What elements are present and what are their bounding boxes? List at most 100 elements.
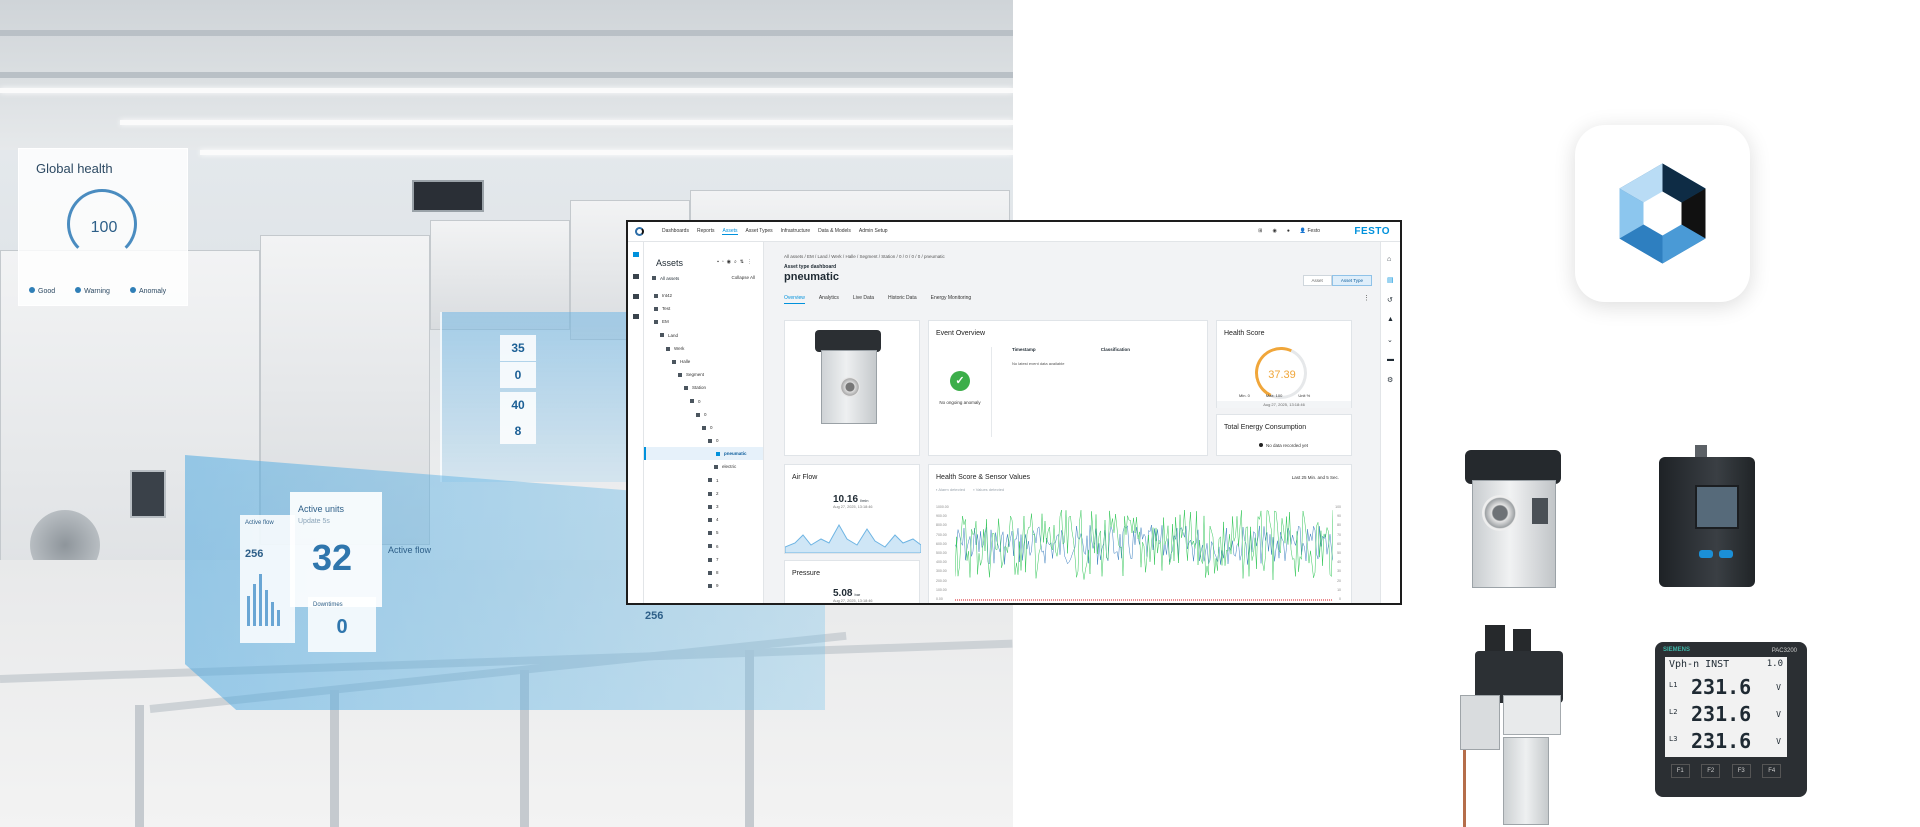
tree-all-assets[interactable]: All assets	[652, 276, 679, 281]
tree-item-label: 6	[716, 543, 719, 549]
nav-data-models[interactable]: Data & Models	[818, 228, 851, 235]
tab-historic-data[interactable]: Historic Data	[888, 295, 917, 304]
event-status: No ongoing anomaly	[939, 400, 981, 405]
tree-item-label: Werk	[674, 345, 685, 351]
legend-alarm[interactable]: ▪ Alarm detected	[936, 487, 965, 492]
gear-icon[interactable]: ⚙	[1387, 376, 1393, 384]
y-tick-label: 100	[1335, 505, 1341, 509]
meter-row-label: L2	[1669, 708, 1678, 716]
sensor-chart-range[interactable]: Last 25 Min. and 5 Sec.	[1292, 475, 1339, 480]
nav-infrastructure[interactable]: Infrastructure	[781, 228, 810, 235]
y-tick-label: 60	[1337, 541, 1341, 546]
y-tick-label: 500.00	[936, 550, 947, 555]
nav-assets[interactable]: Assets	[722, 228, 738, 235]
tree-item[interactable]: Werk	[644, 342, 763, 355]
health-score-date: Aug 27, 2025, 13:18:46	[1217, 401, 1351, 408]
notifications-icon[interactable]: ◉	[1272, 228, 1276, 234]
tab-live-data[interactable]: Live Data	[853, 295, 874, 304]
expand-icon[interactable]: ⌄	[1387, 336, 1393, 344]
machine-screen	[130, 470, 166, 518]
app-icon-tile	[1575, 125, 1750, 302]
tree-icon[interactable]	[633, 252, 639, 257]
folder-icon	[666, 346, 670, 351]
message-icon[interactable]	[633, 314, 639, 319]
nav-admin-setup[interactable]: Admin Setup	[859, 228, 888, 235]
collapse-all-button[interactable]: Collapse All	[731, 275, 755, 280]
y-tick-label: 1000.00	[936, 505, 949, 509]
meter-key-f4[interactable]: F4	[1762, 764, 1782, 778]
more-options-icon[interactable]: ⋮	[1363, 294, 1370, 302]
meter-key-f3[interactable]: F3	[1731, 764, 1751, 778]
nav-reports[interactable]: Reports	[697, 228, 715, 235]
meter-row-unit: V	[1776, 710, 1781, 719]
tree-item[interactable]: electric	[644, 460, 763, 473]
history-icon[interactable]: ↺	[1387, 296, 1393, 304]
user-menu[interactable]: 👤 Festo	[1300, 228, 1320, 234]
tab-analytics[interactable]: Analytics	[819, 295, 839, 304]
list-icon[interactable]	[633, 274, 639, 279]
tree-item[interactable]: 0	[644, 408, 763, 421]
tree-item[interactable]: 2	[644, 487, 763, 500]
toggle-asset[interactable]: Asset	[1302, 275, 1332, 286]
meter-key-f1[interactable]: F1	[1670, 764, 1690, 778]
festo-dashboard-window: Dashboards Reports Assets Asset Types In…	[626, 220, 1402, 605]
tree-item[interactable]: 7	[644, 553, 763, 566]
tree-item[interactable]: 1	[644, 474, 763, 487]
tab-energy-monitoring[interactable]: Energy Monitoring	[931, 295, 972, 304]
tree-item[interactable]: Land	[644, 329, 763, 342]
y-axis-right: 100 90 80 70 60 50 40 30 20 10 0	[1335, 505, 1341, 603]
tree-item[interactable]: Station	[644, 381, 763, 394]
energy-card: Total Energy Consumption No data recorde…	[1216, 414, 1352, 456]
folder-icon	[708, 518, 712, 522]
tree-toolbar-icons[interactable]: ▪▫◉⌕⇅⋮	[717, 259, 755, 265]
tree-item-label: Station	[692, 385, 707, 391]
tree-item-label: Segment	[686, 372, 705, 378]
health-score-card: Health Score 37.39 Min. 0 Max. 100 Unit …	[1216, 320, 1352, 408]
tree-item[interactable]: 6	[644, 540, 763, 553]
tab-overview[interactable]: Overview	[784, 295, 805, 304]
pressure-title: Pressure	[792, 570, 821, 577]
energy-title: Total Energy Consumption	[1224, 424, 1307, 431]
holo-value: 8	[500, 418, 536, 444]
tree-item[interactable]: 8	[644, 566, 763, 579]
tree-item[interactable]: 0	[644, 421, 763, 434]
tree-item[interactable]: pneumatic	[644, 447, 763, 461]
tree-item[interactable]: Halle	[644, 355, 763, 368]
tree-item[interactable]: 9	[644, 579, 763, 592]
tree-item[interactable]: Segment	[644, 368, 763, 381]
y-tick-label: 200.00	[936, 578, 947, 583]
tree-item[interactable]: 4	[644, 513, 763, 526]
folder-icon	[654, 320, 658, 325]
nav-dashboards[interactable]: Dashboards	[662, 228, 689, 235]
y-axis-left: 1000.00 900.00 800.00 700.00 600.00 500.00 400…	[936, 505, 949, 603]
nav-asset-types[interactable]: Asset Types	[746, 228, 773, 235]
tree-item[interactable]: EM	[644, 315, 763, 328]
grid-icon[interactable]: ⊞	[1258, 228, 1262, 234]
tree-item[interactable]: 5	[644, 526, 763, 539]
tree-item[interactable]: 0	[644, 434, 763, 447]
asset-icon[interactable]: ▤	[1387, 276, 1394, 284]
toggle-asset-type[interactable]: Asset Type	[1331, 275, 1372, 286]
tree-item[interactable]: Test	[644, 302, 763, 315]
tree-item[interactable]: 3	[644, 500, 763, 513]
chart-icon[interactable]	[633, 294, 639, 299]
legend-values[interactable]: ▪ Values detected	[973, 487, 1004, 492]
breadcrumb[interactable]: All assets / EM / Land / Werk / Halle / …	[784, 254, 945, 259]
asset-type-toggle: Asset Asset Type	[1302, 275, 1372, 286]
chat-icon[interactable]: ▬	[1387, 356, 1394, 363]
global-health-title: Global health	[36, 161, 113, 176]
warning-icon[interactable]: ▲	[1387, 316, 1394, 323]
tree-item-label: 0	[704, 411, 707, 417]
meter-key-f2[interactable]: F2	[1701, 764, 1721, 778]
tree-item[interactable]: 0	[644, 395, 763, 408]
tree-item[interactable]: Int42	[644, 289, 763, 302]
pressure-card: Pressure 5.08 bar Aug 27, 2025, 13:18:46	[784, 560, 920, 603]
home-icon[interactable]: ⌂	[1387, 256, 1391, 263]
folder-icon	[708, 544, 712, 549]
ceiling-light	[0, 88, 1013, 93]
settings-icon[interactable]: ●	[1287, 228, 1290, 234]
health-legend: Good Warning Anomaly	[29, 287, 166, 295]
sensor-chart-title: Health Score & Sensor Values	[936, 474, 1031, 481]
app-logo-icon[interactable]	[635, 227, 644, 236]
folder-icon	[708, 583, 712, 588]
